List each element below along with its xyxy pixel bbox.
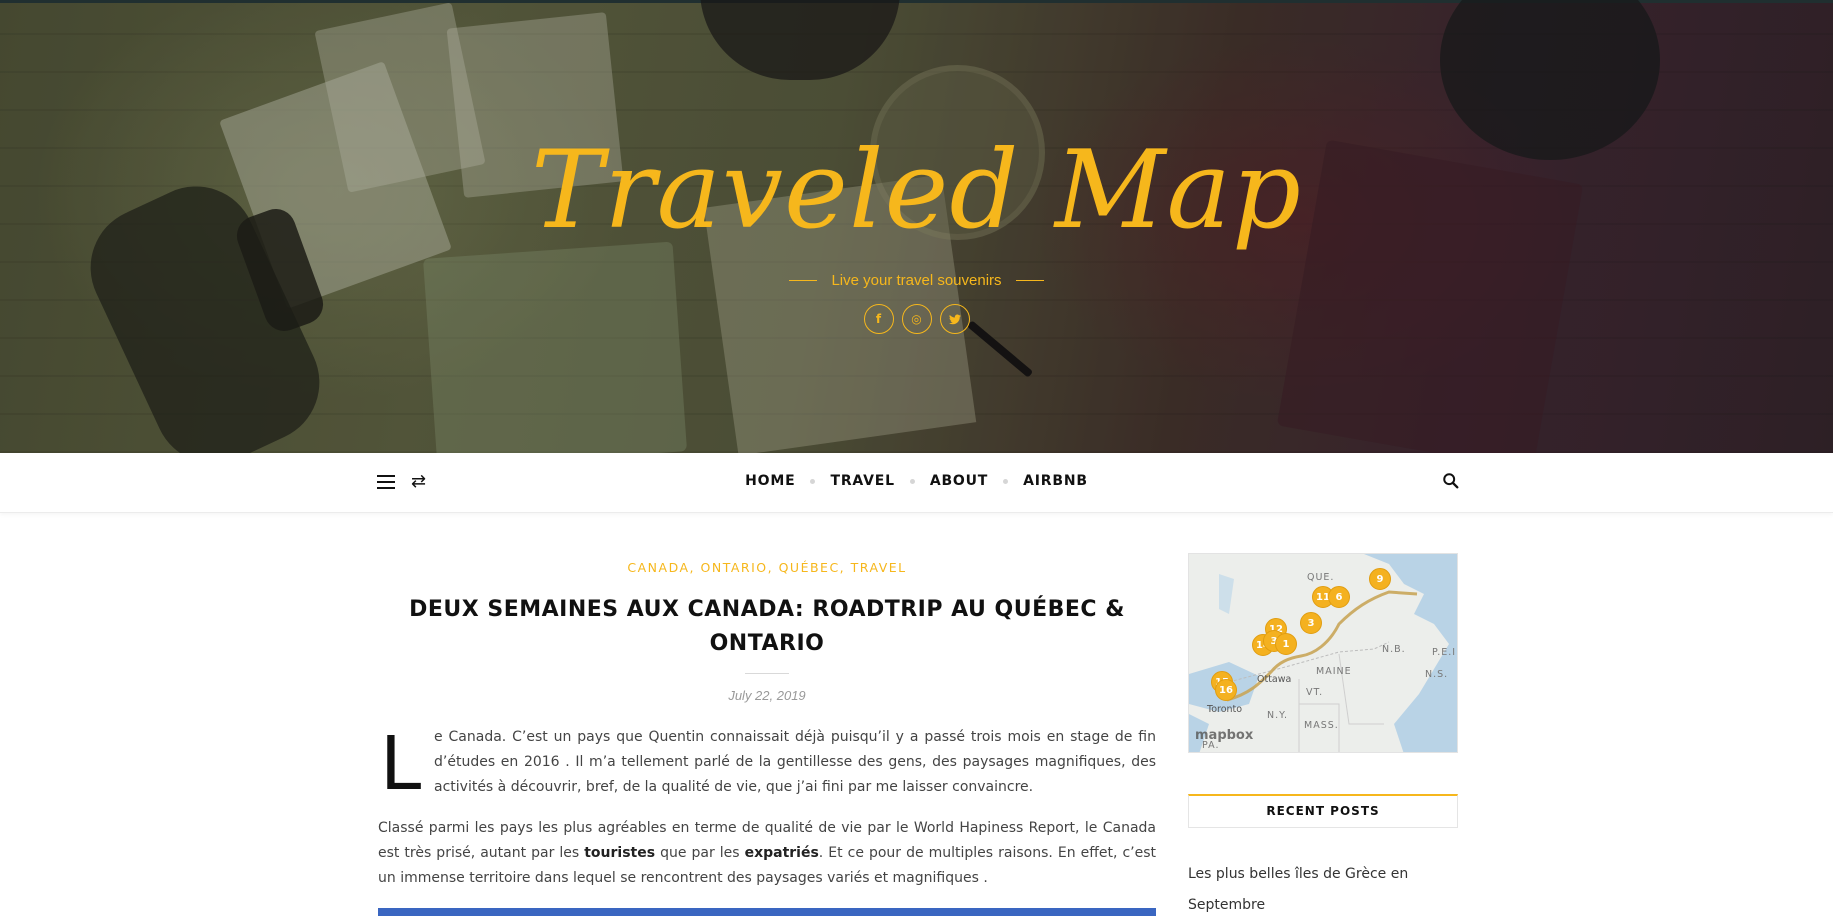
map-label: N.B.	[1382, 644, 1406, 655]
header-hero: Traveled Map Live your travel souvenirs …	[0, 0, 1833, 453]
map-marker[interactable]: 16	[1215, 679, 1237, 701]
drop-cap: L	[380, 721, 422, 807]
main-navigation: ⇄ HOME TRAVEL ABOUT AIRBNB	[0, 453, 1833, 513]
nav-item-airbnb[interactable]: AIRBNB	[1023, 473, 1088, 489]
tagline-row: Live your travel souvenirs	[0, 272, 1833, 289]
map-label: MASS.	[1304, 720, 1339, 731]
map-marker[interactable]: 1	[1275, 633, 1297, 655]
map-marker[interactable]: 3	[1300, 612, 1322, 634]
category-link-ontario[interactable]: ONTARIO,	[701, 560, 774, 575]
post-categories: CANADA, ONTARIO, QUÉBEC, TRAVEL	[378, 560, 1156, 575]
post-article: CANADA, ONTARIO, QUÉBEC, TRAVEL DEUX SEM…	[378, 560, 1156, 891]
category-link-canada[interactable]: CANADA,	[627, 560, 695, 575]
intro-paragraph: L e Canada. C’est un pays que Quentin co…	[378, 721, 1156, 807]
search-icon[interactable]	[1442, 472, 1460, 490]
map-label: VT.	[1306, 687, 1324, 698]
embedded-media-top-edge	[378, 908, 1156, 916]
map-label: N.Y.	[1267, 710, 1289, 721]
post-date: July 22, 2019	[728, 688, 806, 703]
nav-item-travel[interactable]: TRAVEL	[830, 473, 894, 489]
map-label: Toronto	[1207, 704, 1243, 715]
nav-links: HOME TRAVEL ABOUT AIRBNB	[0, 473, 1833, 489]
intro-text: e Canada. C’est un pays que Quentin conn…	[434, 729, 1156, 795]
social-links: f ◎	[0, 304, 1833, 334]
map-label: MAINE	[1316, 666, 1352, 677]
recent-posts-heading: RECENT POSTS	[1188, 794, 1458, 828]
mapbox-logo[interactable]: mapbox	[1195, 728, 1253, 743]
category-link-travel[interactable]: TRAVEL	[851, 560, 907, 575]
second-paragraph: Classé parmi les pays les plus agréables…	[378, 820, 1156, 886]
map-label: Ottawa	[1257, 674, 1292, 685]
site-logo[interactable]: Traveled Map	[0, 128, 1833, 253]
travel-map-widget[interactable]: QUE. N.B. MAINE Ottawa P.E.I. N.S. VT. T…	[1188, 553, 1458, 753]
instagram-icon[interactable]: ◎	[901, 304, 932, 334]
title-divider	[745, 673, 789, 674]
bold-expatries: expatriés	[744, 845, 819, 861]
map-label: N.S.	[1425, 669, 1449, 680]
map-label: P.E.I.	[1432, 647, 1458, 658]
site-tagline: Live your travel souvenirs	[831, 272, 1002, 289]
post-title[interactable]: DEUX SEMAINES AUX CANADA: ROADTRIP AU QU…	[378, 593, 1156, 661]
map-marker[interactable]: 9	[1369, 568, 1391, 590]
map-label: QUE.	[1307, 572, 1335, 583]
facebook-icon[interactable]: f	[863, 304, 894, 334]
map-marker[interactable]: 6	[1328, 586, 1350, 608]
nav-item-home[interactable]: HOME	[745, 473, 795, 489]
bold-touristes: touristes	[584, 845, 656, 861]
recent-post-link[interactable]: Les plus belles îles de Grèce en Septemb…	[1188, 859, 1458, 916]
nav-item-about[interactable]: ABOUT	[930, 473, 988, 489]
category-link-quebec[interactable]: QUÉBEC,	[779, 560, 846, 575]
twitter-icon[interactable]	[939, 304, 970, 334]
